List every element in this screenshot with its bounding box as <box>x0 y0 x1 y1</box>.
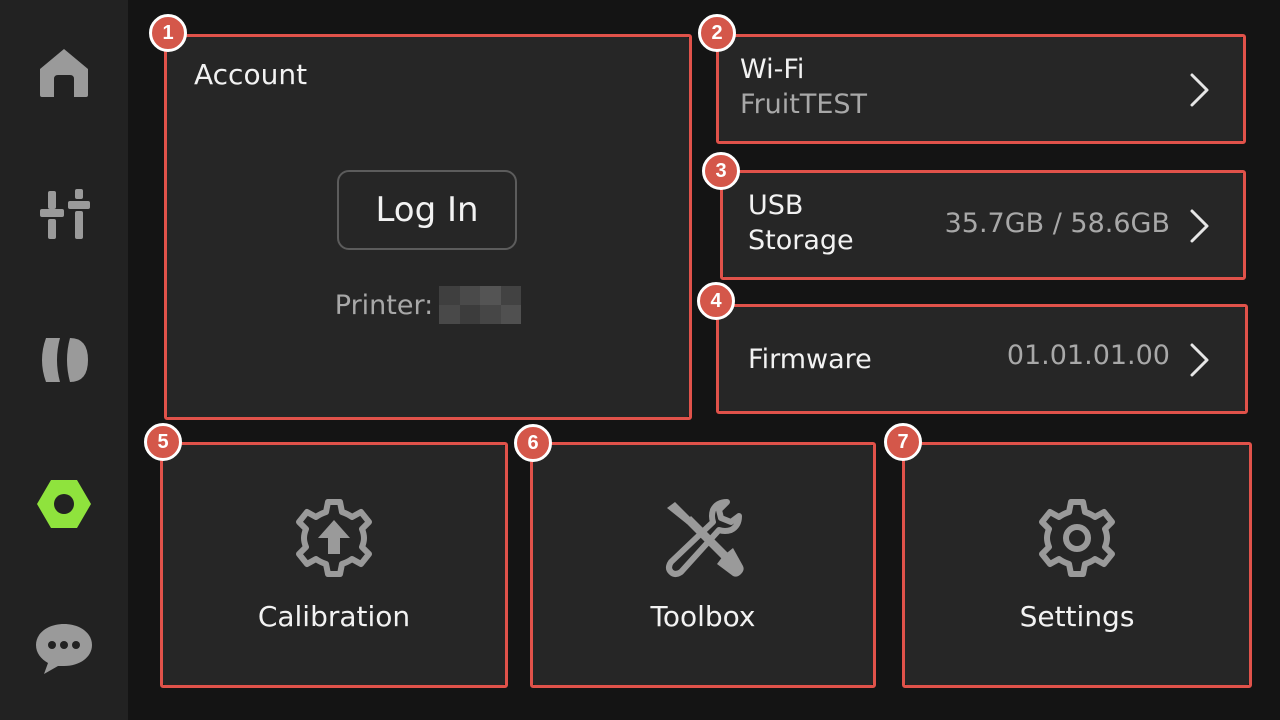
firmware-title: Firmware <box>748 344 872 375</box>
printer-name-redacted <box>439 286 522 324</box>
firmware-version: 01.01.01.00 <box>1006 340 1170 371</box>
nav-messages[interactable] <box>24 608 104 688</box>
chevron-right-icon <box>1190 73 1209 107</box>
annotation-badge-2: 2 <box>698 14 736 52</box>
annotation-badge-4: 4 <box>697 282 735 320</box>
chevron-right-icon <box>1190 209 1209 243</box>
settings-label: Settings <box>1019 600 1135 633</box>
calibration-tile[interactable]: Calibration <box>162 444 506 686</box>
calibration-label: Calibration <box>257 600 411 633</box>
chat-bubble-icon <box>36 624 92 674</box>
annotation-badge-6: 6 <box>514 424 552 462</box>
nav-device[interactable] <box>24 464 104 544</box>
nav-filament[interactable] <box>24 320 104 400</box>
gear-icon <box>1039 499 1115 577</box>
firmware-card[interactable]: Firmware 01.01.01.00 <box>718 306 1246 412</box>
gear-upload-icon <box>296 499 372 577</box>
login-button[interactable]: Log In <box>337 170 517 250</box>
usb-title-line1: USB <box>748 190 804 221</box>
printer-row: Printer: <box>166 286 690 324</box>
wifi-title: Wi-Fi <box>740 54 805 85</box>
sidebar <box>0 0 128 720</box>
tools-icon <box>666 499 744 577</box>
nav-controls[interactable] <box>24 175 104 255</box>
account-title: Account <box>194 58 308 91</box>
annotation-badge-3: 3 <box>702 152 740 190</box>
printer-label: Printer: <box>334 289 434 321</box>
nav-home[interactable] <box>24 33 104 113</box>
wifi-network: FruitTEST <box>740 89 868 120</box>
toolbox-tile[interactable]: Toolbox <box>532 444 874 686</box>
settings-tile[interactable]: Settings <box>904 444 1250 686</box>
annotation-badge-5: 5 <box>144 423 182 461</box>
annotation-badge-1: 1 <box>149 14 187 52</box>
home-icon <box>40 49 88 97</box>
usb-storage-card[interactable]: USB Storage 35.7GB / 58.6GB <box>722 172 1244 278</box>
annotation-badge-7: 7 <box>884 423 922 461</box>
chevron-right-icon <box>1190 343 1209 377</box>
wifi-card[interactable]: Wi-Fi FruitTEST <box>718 36 1244 142</box>
account-card: Account Log In Printer: <box>166 36 690 418</box>
filament-icon <box>42 338 88 382</box>
usb-storage-value: 35.7GB / 58.6GB <box>944 208 1170 239</box>
hex-nut-settings-icon <box>37 480 91 528</box>
toolbox-label: Toolbox <box>650 600 756 633</box>
usb-title-line2: Storage <box>748 225 854 256</box>
sliders-icon <box>40 189 90 239</box>
